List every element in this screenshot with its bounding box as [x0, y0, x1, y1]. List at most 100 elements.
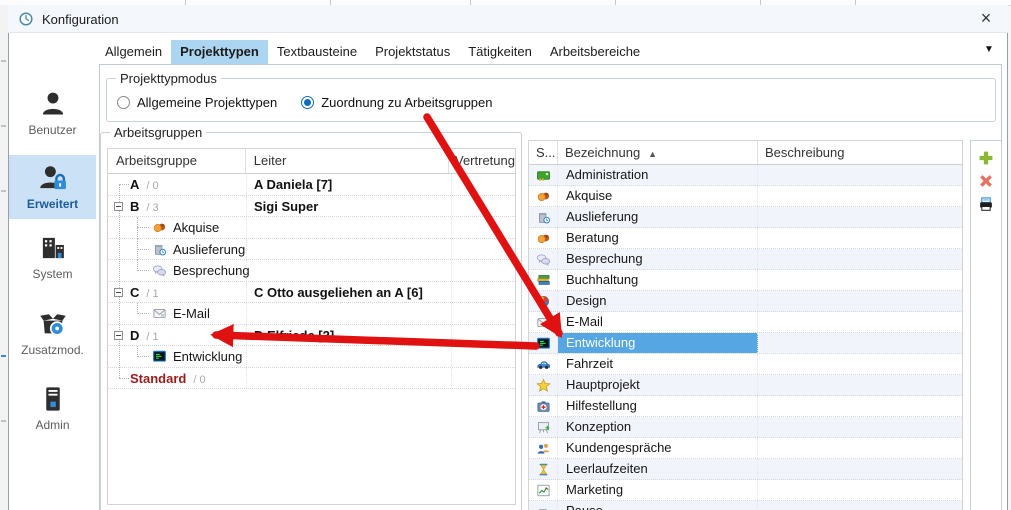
bezeichnung-cell: Buchhaltung — [558, 270, 758, 290]
projekttyp-row-kundengespr-che[interactable]: Kundengespräche — [529, 438, 962, 459]
beschreibung-cell — [758, 186, 962, 206]
symbol-cell — [529, 480, 558, 500]
leiter-cell: C Otto ausgeliehen an A [6] — [247, 282, 452, 303]
arbeitsgruppe-count: / 0 — [193, 374, 205, 386]
arbeitsgruppe-name: B/ 3 — [130, 199, 159, 214]
bezeichnung-cell: Design — [558, 291, 758, 311]
beschreibung-cell — [758, 270, 962, 290]
radio-label: Allgemeine Projekttypen — [137, 95, 277, 110]
radio-zuordnung-zu-arbeitsgruppen[interactable]: Zuordnung zu Arbeitsgruppen — [301, 95, 492, 110]
tree-collapse-toggle[interactable] — [114, 202, 123, 211]
projekttyp-row-e-mail[interactable]: E-Mail — [529, 312, 962, 333]
beschreibung-cell — [758, 438, 962, 458]
tab-textbausteine[interactable]: Textbausteine — [268, 40, 366, 64]
arbeitsgruppe-row-standard[interactable]: Standard/ 0 — [108, 368, 515, 390]
sidebar-item-zusatzmod[interactable]: Zusatzmod. — [9, 301, 96, 365]
tab-bar: AllgemeinProjekttypenTextbausteineProjek… — [96, 40, 649, 64]
tab-projekttypen[interactable]: Projekttypen — [171, 40, 268, 64]
sidebar-item-system[interactable]: System — [9, 225, 96, 289]
projekttyp-row-fahrzeit[interactable]: Fahrzeit — [529, 354, 962, 375]
beschreibung-cell — [758, 354, 962, 374]
symbol-cell — [529, 417, 558, 437]
tree-collapse-toggle[interactable] — [114, 331, 123, 340]
add-button[interactable] — [976, 148, 996, 168]
sidebar-item-admin[interactable]: Admin — [9, 376, 96, 440]
column-header-bezeichnung[interactable]: Bezeichnung▲ — [558, 141, 758, 164]
beschreibung-cell — [758, 396, 962, 416]
tab-allgemein[interactable]: Allgemein — [96, 40, 171, 64]
bezeichnung-cell: Hauptprojekt — [558, 375, 758, 395]
handshake-icon — [536, 231, 551, 246]
vertretung-cell — [452, 303, 515, 324]
vertretung-cell — [452, 282, 515, 303]
delete-button[interactable] — [976, 171, 996, 191]
sidebar-item-erweitert[interactable]: Erweitert — [9, 155, 96, 219]
projekttyp-row-administration[interactable]: Administration — [529, 165, 962, 186]
column-header-leiter[interactable]: Leiter — [246, 149, 449, 173]
beschreibung-cell — [758, 417, 962, 437]
vertretung-cell — [452, 325, 515, 346]
arbeitsgruppe-row-c[interactable]: C/ 1C Otto ausgeliehen an A [6] — [108, 282, 515, 304]
projekttyp-row-pause[interactable]: Pause — [529, 501, 962, 510]
cup-icon — [536, 504, 551, 510]
vertretung-cell — [452, 196, 515, 217]
sidebar-item-benutzer[interactable]: Benutzer — [9, 81, 96, 145]
projekttyp-node-e-mail[interactable]: E-Mail — [108, 303, 515, 325]
tab-projektstatus[interactable]: Projektstatus — [366, 40, 459, 64]
bezeichnung-cell: Auslieferung — [558, 207, 758, 227]
arbeitsgruppe-name: D/ 1 — [130, 328, 159, 343]
projekttyp-row-entwicklung[interactable]: Entwicklung — [529, 333, 962, 354]
arbeitsgruppe-row-d[interactable]: D/ 1 D Elfriede [2] — [108, 325, 515, 347]
projekttyp-row-leerlaufzeiten[interactable]: Leerlaufzeiten — [529, 459, 962, 480]
symbol-cell — [529, 354, 558, 374]
beschreibung-cell — [758, 228, 962, 248]
projekttyp-row-beratung[interactable]: Beratung — [529, 228, 962, 249]
hourglass-icon — [536, 462, 551, 477]
tab-overflow-chevron-down-icon[interactable]: ▼ — [984, 44, 994, 55]
sort-asc-icon: ▲ — [648, 149, 657, 159]
projekttyp-row-hilfestellung[interactable]: Hilfestellung — [529, 396, 962, 417]
arbeitsgruppe-cell: Akquise — [108, 217, 247, 238]
symbol-cell — [529, 228, 558, 248]
handshake-icon — [152, 220, 167, 235]
arbeitsgruppe-row-b[interactable]: B/ 3Sigi Super — [108, 196, 515, 218]
projekttyp-node-akquise[interactable]: Akquise — [108, 217, 515, 239]
arbeitsgruppe-row-a[interactable]: A/ 0A Daniela [7] — [108, 174, 515, 196]
projekttyp-name: Akquise — [173, 220, 219, 235]
radio-allgemeine-projekttypen[interactable]: Allgemeine Projekttypen — [117, 95, 277, 110]
printer-icon — [977, 195, 995, 213]
bezeichnung-cell: Akquise — [558, 186, 758, 206]
projekttyp-node-entwicklung[interactable]: Entwicklung — [108, 346, 515, 368]
projekttyp-row-auslieferung[interactable]: Auslieferung — [529, 207, 962, 228]
print-button[interactable] — [976, 194, 996, 214]
arbeitsgruppe-cell: Standard/ 0 — [108, 368, 247, 389]
projekttyp-row-marketing[interactable]: Marketing — [529, 480, 962, 501]
projekttyp-row-konzeption[interactable]: Konzeption — [529, 417, 962, 438]
projekttyp-row-hauptprojekt[interactable]: Hauptprojekt — [529, 375, 962, 396]
sidebar-item-label: System — [32, 267, 72, 281]
bezeichnung-cell: Administration — [558, 165, 758, 185]
leiter-cell: D Elfriede [2] — [247, 325, 452, 346]
bezeichnung-cell: Marketing — [558, 480, 758, 500]
close-button[interactable]: × — [970, 6, 1002, 30]
projekttyp-node-besprechung[interactable]: Besprechung — [108, 260, 515, 282]
tab-t-tigkeiten[interactable]: Tätigkeiten — [459, 40, 541, 64]
column-header-arbeitsgruppe[interactable]: Arbeitsgruppe — [108, 149, 246, 173]
sidebar-item-label: Admin — [35, 418, 69, 432]
beschreibung-cell — [758, 333, 962, 353]
projekttyp-node-auslieferung[interactable]: Auslieferung — [108, 239, 515, 261]
vertretung-cell — [452, 239, 515, 260]
clock-app-icon — [18, 11, 34, 27]
projekttyp-row-buchhaltung[interactable]: Buchhaltung — [529, 270, 962, 291]
projekttyp-row-design[interactable]: Design — [529, 291, 962, 312]
column-header-s[interactable]: S... — [529, 141, 558, 164]
column-header-vertretung[interactable]: Vertretung — [449, 149, 515, 173]
tree-collapse-toggle[interactable] — [114, 288, 123, 297]
column-header-beschreibung[interactable]: Beschreibung — [758, 141, 962, 164]
car-icon — [536, 357, 551, 372]
projekttyp-row-besprechung[interactable]: Besprechung — [529, 249, 962, 270]
tab-arbeitsbereiche[interactable]: Arbeitsbereiche — [541, 40, 649, 64]
projekttyp-row-akquise[interactable]: Akquise — [529, 186, 962, 207]
delivery-icon — [536, 210, 551, 225]
bezeichnung-cell: Besprechung — [558, 249, 758, 269]
